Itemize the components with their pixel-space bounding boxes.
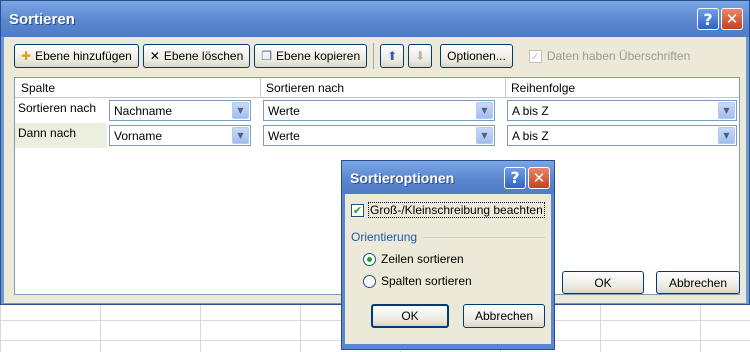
grid-header: Spalte Sortieren nach Reihenfolge xyxy=(15,78,739,98)
sort-level-row[interactable]: Sortieren nach Nachname ▼ Werte ▼ A bis … xyxy=(15,98,739,123)
group-divider xyxy=(423,236,545,238)
orientation-group-label: Orientierung xyxy=(351,230,418,244)
chevron-down-icon[interactable]: ▼ xyxy=(476,102,493,119)
headers-checkbox[interactable]: ✓ xyxy=(528,49,542,63)
sort-columns-option[interactable]: Spalten sortieren xyxy=(363,274,545,288)
sub-ok-button[interactable]: OK xyxy=(371,304,449,328)
arrow-down-icon: ⬇ xyxy=(415,49,426,63)
copy-icon: ❐ xyxy=(261,49,273,63)
header-divider xyxy=(260,78,261,98)
column-header-order: Reihenfolge xyxy=(511,81,576,95)
column-combo[interactable]: Nachname ▼ xyxy=(109,100,251,121)
sort-columns-label: Spalten sortieren xyxy=(381,274,472,288)
add-level-button[interactable]: ✚ Ebene hinzufügen xyxy=(14,44,139,68)
sort-rows-label: Zeilen sortieren xyxy=(381,252,464,266)
sort-columns-radio[interactable] xyxy=(363,274,376,288)
sort-dialog-titlebar[interactable]: Sortieren ? ✕ xyxy=(1,1,749,37)
chevron-down-icon[interactable]: ▼ xyxy=(718,102,735,119)
sort-on-combo-value: Werte xyxy=(268,128,300,143)
chevron-down-icon[interactable]: ▼ xyxy=(476,127,493,144)
order-combo-value: A bis Z xyxy=(512,128,549,143)
sort-rows-option[interactable]: Zeilen sortieren xyxy=(363,252,545,266)
options-button[interactable]: Optionen... xyxy=(440,44,513,68)
delete-icon: ✕ xyxy=(149,49,160,63)
case-sensitive-label: Groß-/Kleinschreibung beachten xyxy=(368,202,545,218)
close-icon[interactable]: ✕ xyxy=(528,166,550,189)
sort-options-client: ✔ Groß-/Kleinschreibung beachten Orienti… xyxy=(345,194,551,344)
sort-dialog-title: Sortieren xyxy=(9,10,75,28)
sub-cancel-label: Abbrechen xyxy=(474,309,534,323)
add-level-label: Ebene hinzufügen xyxy=(35,49,132,63)
column-combo-value: Vorname xyxy=(114,128,163,143)
headers-checkbox-label: Daten haben Überschriften xyxy=(546,49,691,63)
sort-level-label: Dann nach xyxy=(15,123,107,148)
sub-cancel-button[interactable]: Abbrechen xyxy=(463,304,545,328)
sub-ok-label: OK xyxy=(401,309,419,323)
sort-on-combo-value: Werte xyxy=(268,103,300,118)
sort-on-combo[interactable]: Werte ▼ xyxy=(263,125,495,146)
sort-on-combo[interactable]: Werte ▼ xyxy=(263,100,495,121)
add-level-icon: ✚ xyxy=(21,49,32,63)
sort-options-title: Sortieroptionen xyxy=(350,169,455,186)
sort-level-row[interactable]: Dann nach Vorname ▼ Werte ▼ A bis Z ▼ xyxy=(15,123,739,148)
delete-level-button[interactable]: ✕ Ebene löschen xyxy=(142,44,251,68)
order-combo[interactable]: A bis Z ▼ xyxy=(507,125,737,146)
copy-level-button[interactable]: ❐ Ebene kopieren xyxy=(254,44,368,68)
ok-button[interactable]: OK xyxy=(562,271,644,294)
cancel-button[interactable]: Abbrechen xyxy=(656,271,740,294)
chevron-down-icon[interactable]: ▼ xyxy=(232,102,249,119)
delete-level-label: Ebene löschen xyxy=(163,49,244,63)
column-combo[interactable]: Vorname ▼ xyxy=(109,125,251,146)
radio-selected-dot xyxy=(367,256,372,262)
sort-toolbar: ✚ Ebene hinzufügen ✕ Ebene löschen ❐ Ebe… xyxy=(4,37,746,75)
column-header-sort-on: Sortieren nach xyxy=(266,81,345,95)
cancel-label: Abbrechen xyxy=(668,275,728,290)
options-label: Optionen... xyxy=(447,49,506,63)
chevron-down-icon[interactable]: ▼ xyxy=(232,127,249,144)
chevron-down-icon[interactable]: ▼ xyxy=(718,127,735,144)
move-down-button[interactable]: ⬇ xyxy=(408,44,433,68)
order-combo-value: A bis Z xyxy=(512,103,549,118)
orientation-group: Orientierung xyxy=(351,230,545,244)
column-combo-value: Nachname xyxy=(114,103,173,118)
help-icon[interactable]: ? xyxy=(697,8,719,30)
move-up-button[interactable]: ⬆ xyxy=(380,44,405,68)
arrow-up-icon: ⬆ xyxy=(387,49,398,63)
sort-level-label: Sortieren nach xyxy=(18,101,97,115)
case-sensitive-checkbox[interactable]: ✔ xyxy=(351,203,364,217)
sort-options-titlebar[interactable]: Sortieroptionen ? ✕ xyxy=(342,161,554,194)
help-icon[interactable]: ? xyxy=(504,166,526,189)
order-combo[interactable]: A bis Z ▼ xyxy=(507,100,737,121)
sort-options-dialog: Sortieroptionen ? ✕ ✔ Groß-/Kleinschreib… xyxy=(341,160,555,350)
column-header-spalte: Spalte xyxy=(21,81,56,95)
copy-level-label: Ebene kopieren xyxy=(276,49,361,63)
toolbar-separator xyxy=(373,43,375,69)
sort-rows-radio[interactable] xyxy=(363,252,376,266)
case-sensitive-row[interactable]: ✔ Groß-/Kleinschreibung beachten xyxy=(351,202,545,218)
headers-checkbox-row: ✓ Daten haben Überschriften xyxy=(528,49,691,63)
ok-label: OK xyxy=(594,275,612,290)
close-icon[interactable]: ✕ xyxy=(721,8,743,30)
header-divider xyxy=(505,78,506,98)
